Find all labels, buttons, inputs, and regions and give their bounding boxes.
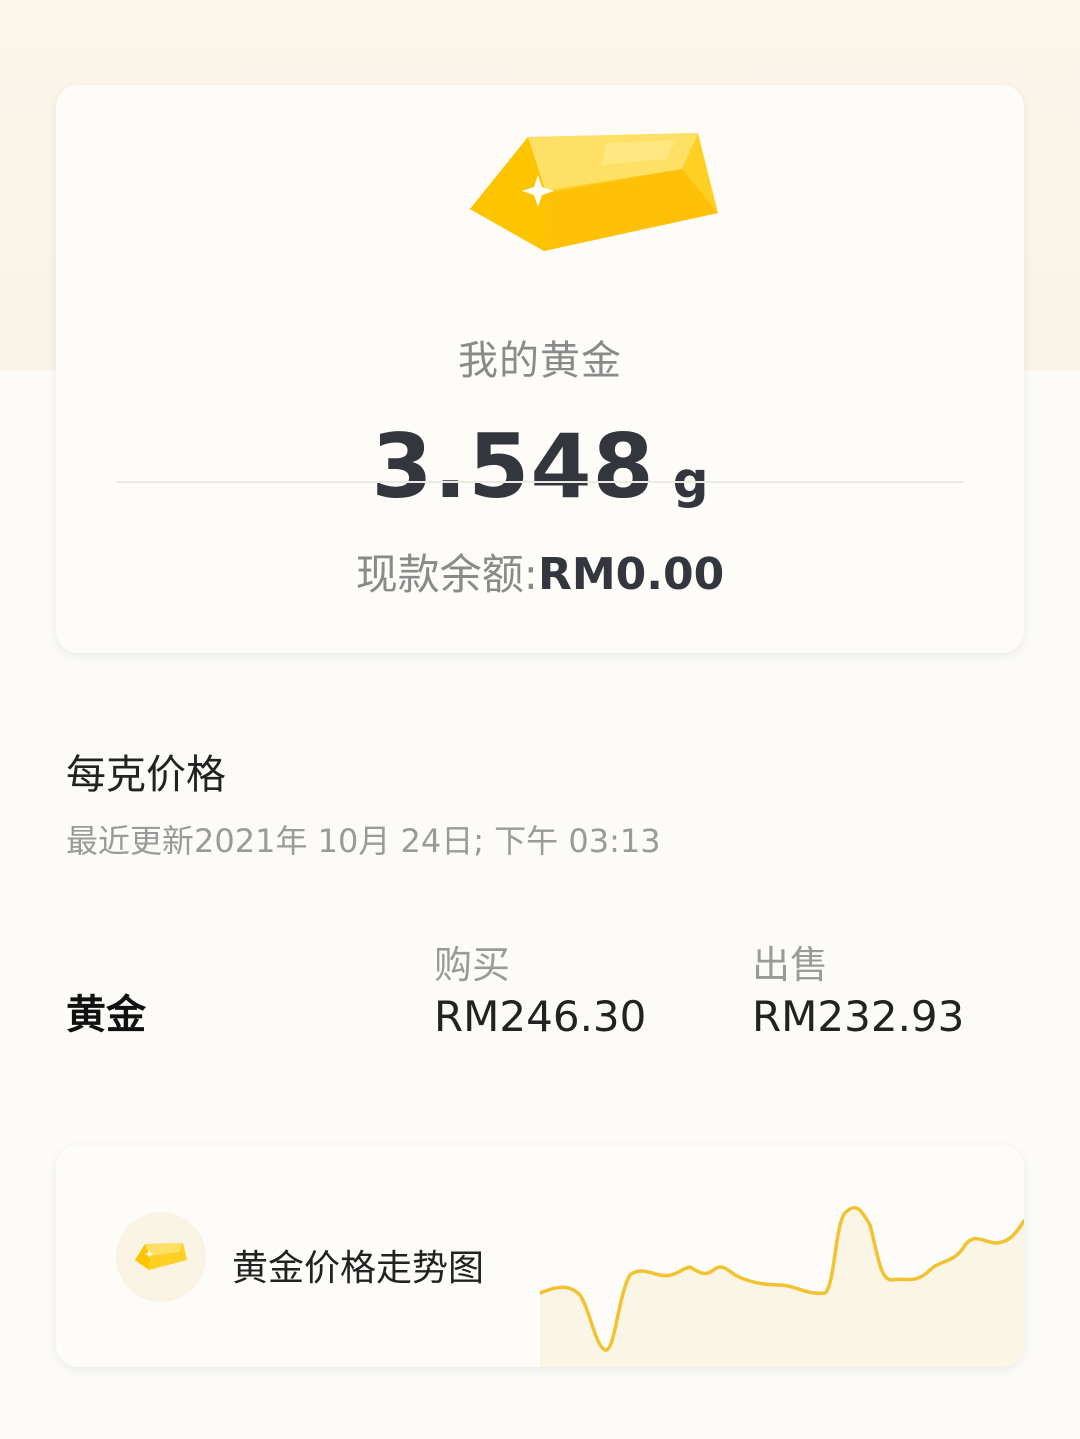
trend-label: 黄金价格走势图 xyxy=(232,1248,485,1289)
weight-unit: g xyxy=(672,451,709,509)
cash-balance: 现款余额:RM0.00 xyxy=(56,541,1024,602)
sell-price: RM232.93 xyxy=(752,992,965,1041)
price-trend-card[interactable]: 黄金价格走势图 xyxy=(56,1145,1024,1367)
trend-icon-badge xyxy=(116,1212,206,1302)
weight-value: 3.548 xyxy=(371,415,655,518)
balance-value: RM0.00 xyxy=(537,549,725,600)
sell-label: 出售 xyxy=(752,943,829,987)
card-divider xyxy=(116,481,964,483)
holdings-weight: 3.548 g xyxy=(56,415,1024,518)
metal-name: 黄金 xyxy=(66,992,146,1038)
holdings-title: 我的黄金 xyxy=(458,338,622,384)
gold-holdings-card[interactable]: 我的黄金 3.548 g 现款余额:RM0.00 xyxy=(56,85,1024,653)
balance-label: 现款余额: xyxy=(355,550,538,599)
last-updated-text: 最近更新2021年 10月 24日; 下午 03:13 xyxy=(66,822,661,860)
trend-sparkline xyxy=(540,1205,1024,1367)
gold-bar-icon xyxy=(135,1243,187,1270)
gold-wallet-page: 我的黄金 3.548 g 现款余额:RM0.00 每克价格 最近更新2021年 1… xyxy=(0,0,1080,1439)
gold-bar-icon xyxy=(470,133,718,251)
buy-label: 购买 xyxy=(434,943,511,987)
buy-price: RM246.30 xyxy=(434,992,647,1041)
price-per-gram-heading: 每克价格 xyxy=(66,752,226,798)
